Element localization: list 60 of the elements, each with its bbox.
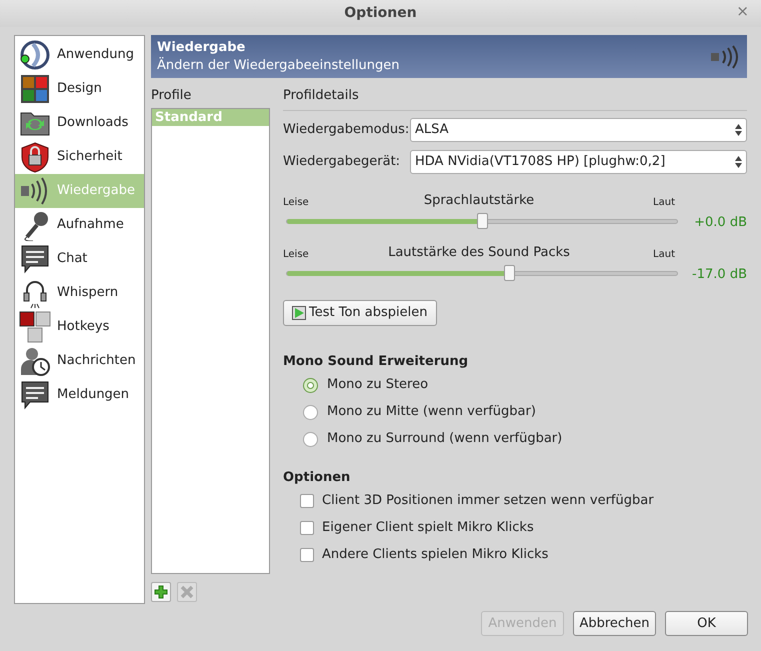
sidebar-item[interactable]: Anwendung <box>15 38 144 72</box>
sidebar-item[interactable]: Sicherheit <box>15 140 144 174</box>
max-label: Laut <box>652 248 675 262</box>
add-button[interactable] <box>151 582 171 602</box>
max-label: Laut <box>652 196 675 210</box>
dropdown[interactable]: ALSA <box>410 118 747 142</box>
header-subtitle: Ändern der Wiedergabeeinstellungen <box>157 56 400 74</box>
slider-thumb[interactable] <box>477 212 488 228</box>
radio-button[interactable] <box>303 432 318 446</box>
field-label: Wiedergabegerät: <box>283 153 402 172</box>
slider-title: Lautstärke des Sound Packs <box>387 244 571 262</box>
plus-icon <box>154 585 168 599</box>
radio-label: Mono zu Surround (wenn verfügbar) <box>327 430 562 448</box>
close-icon <box>180 585 194 599</box>
sidebar-item[interactable]: Downloads <box>15 106 144 140</box>
cancel-button[interactable]: Abbrechen <box>573 611 656 636</box>
radio-label: Mono zu Stereo <box>327 376 428 394</box>
slider-title: Sprachlautstärke <box>422 192 536 210</box>
radio-button[interactable] <box>303 404 318 420</box>
details-heading: Profildetails <box>283 87 360 104</box>
min-label: Leise <box>283 248 310 262</box>
checkbox-label: Eigener Client spielt Mikro Klicks <box>322 518 534 537</box>
window-title: Optionen <box>344 4 417 23</box>
keys-icon <box>19 311 51 343</box>
sidebar-item[interactable]: Design <box>15 72 144 106</box>
checkbox[interactable] <box>300 548 314 562</box>
radio-label: Mono zu Mitte (wenn verfügbar) <box>327 403 536 422</box>
checkbox[interactable] <box>300 494 314 508</box>
updown-icon <box>735 124 742 136</box>
sidebar-item[interactable]: Chat <box>15 242 144 276</box>
updown-icon <box>735 156 742 168</box>
checkbox[interactable] <box>300 520 314 534</box>
min-label: Leise <box>283 196 310 210</box>
shield-lock-icon <box>19 141 51 173</box>
checkbox-label: Client 3D Positionen immer setzen wenn verfügbar <box>322 492 654 510</box>
slider-thumb[interactable] <box>504 264 516 280</box>
checkbox-label: Andere Clients spielen Mikro Klicks <box>322 546 548 564</box>
slider-reading: +0.0 dB <box>694 214 747 232</box>
app-logo-icon <box>19 39 51 71</box>
radio-button[interactable] <box>303 378 318 392</box>
remove-button[interactable] <box>177 582 197 602</box>
chat-bubble-icon <box>19 243 51 275</box>
field-label: Wiedergabemodus: <box>283 121 410 140</box>
play-icon <box>292 306 306 320</box>
header-title: Wiedergabe <box>157 38 246 56</box>
sidebar-item[interactable]: Aufnahme <box>15 208 144 242</box>
test-sound-button[interactable]: Test Ton abspielen <box>283 300 436 326</box>
sidebar-item[interactable]: Whispern <box>15 276 144 310</box>
user-clock-icon <box>19 345 51 377</box>
palette-icon <box>19 73 51 105</box>
sidebar-item[interactable]: Nachrichten <box>15 344 144 378</box>
profiles-heading: Profile <box>151 87 192 104</box>
ok-button[interactable]: OK <box>665 611 748 636</box>
sidebar-item[interactable]: Meldungen <box>15 378 144 412</box>
dropdown[interactable]: HDA NVidia(VT1708S HP) [plughw:0,2] <box>410 150 747 174</box>
sidebar-item[interactable]: Hotkeys <box>15 310 144 344</box>
slider-reading: -17.0 dB <box>692 266 747 284</box>
section-heading: Mono Sound Erweiterung <box>283 353 470 371</box>
section-heading: Optionen <box>283 468 352 486</box>
chat-bubble-icon <box>19 379 51 411</box>
